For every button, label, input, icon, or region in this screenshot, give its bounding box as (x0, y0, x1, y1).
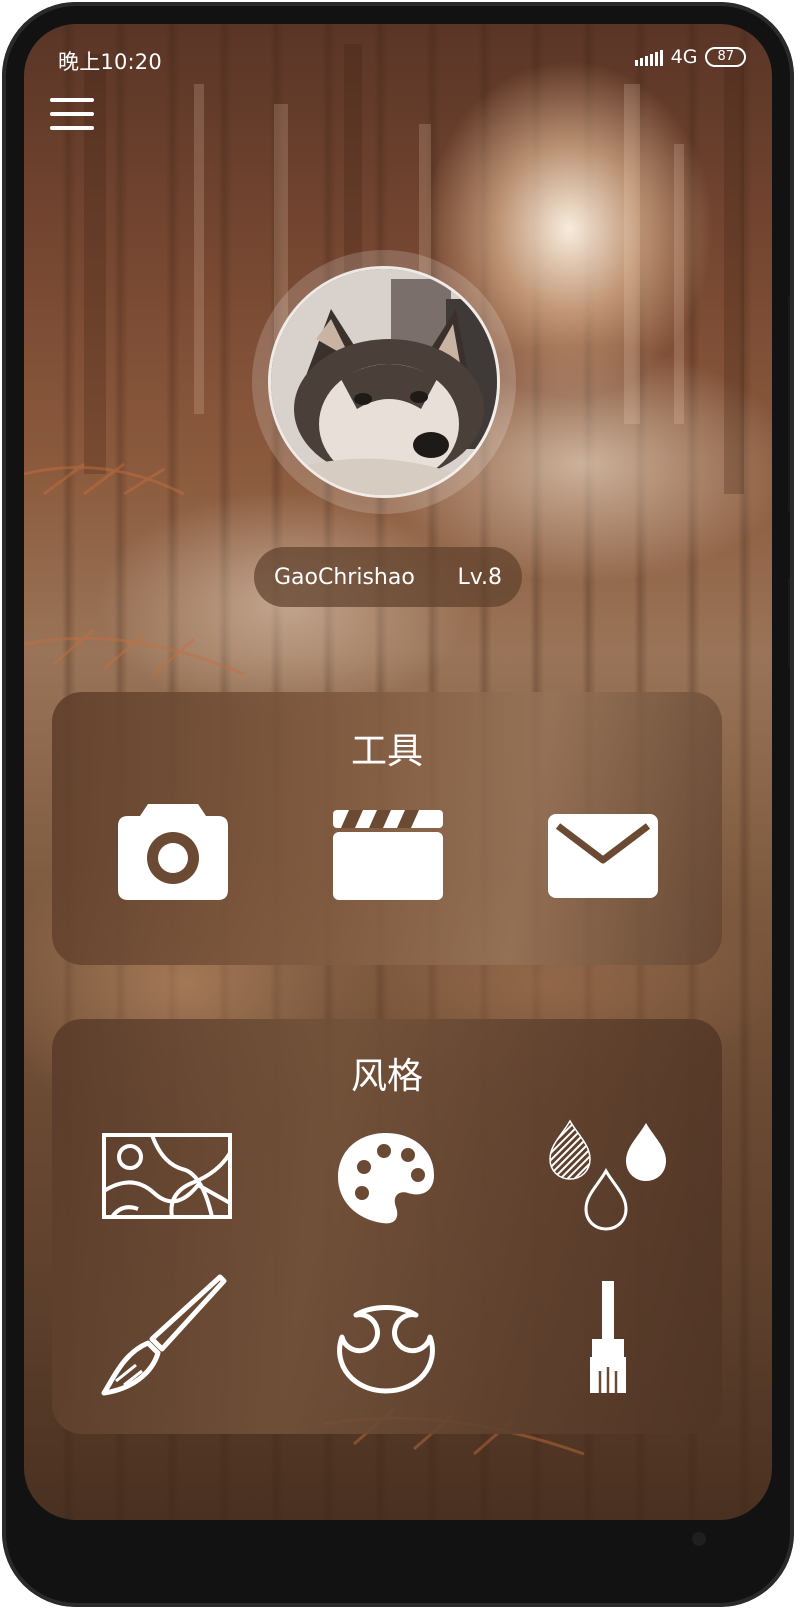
screen: 晚上10:20 4G 87 GaoChrishao Lv.8 工具 风格 (24, 24, 772, 1520)
style-title: 风格 (350, 1056, 423, 1097)
style-card: 风格 (52, 1019, 722, 1434)
abstract-lines-icon[interactable] (102, 1133, 232, 1219)
tools-card: 工具 (52, 692, 722, 965)
palette-icon[interactable] (336, 1131, 436, 1225)
volume-button (788, 295, 794, 513)
droplets-icon[interactable] (548, 1119, 672, 1233)
avatar[interactable] (268, 266, 500, 498)
battery-icon: 87 (705, 47, 746, 67)
status-icons: 4G 87 (634, 46, 746, 68)
front-sensor (692, 1532, 706, 1546)
status-bar: 晚上10:20 4G 87 (24, 24, 772, 92)
flat-brush-icon[interactable] (586, 1281, 630, 1393)
network-type: 4G (670, 46, 698, 68)
hamburger-menu-icon[interactable] (50, 98, 94, 130)
husky-photo (271, 269, 497, 495)
bear-icon[interactable] (320, 1285, 452, 1395)
signal-icon (634, 48, 663, 66)
paintbrush-icon[interactable] (100, 1273, 228, 1397)
tools-title: 工具 (350, 731, 423, 772)
user-level: Lv.8 (457, 564, 502, 590)
mail-icon[interactable] (548, 814, 658, 898)
clapperboard-icon[interactable] (333, 810, 443, 900)
status-time: 晚上10:20 (58, 50, 162, 74)
power-button (788, 577, 794, 669)
phone-frame: 晚上10:20 4G 87 GaoChrishao Lv.8 工具 风格 (2, 2, 794, 1607)
camera-icon[interactable] (118, 804, 228, 900)
user-info-pill[interactable]: GaoChrishao Lv.8 (254, 547, 522, 607)
username: GaoChrishao (274, 564, 415, 590)
